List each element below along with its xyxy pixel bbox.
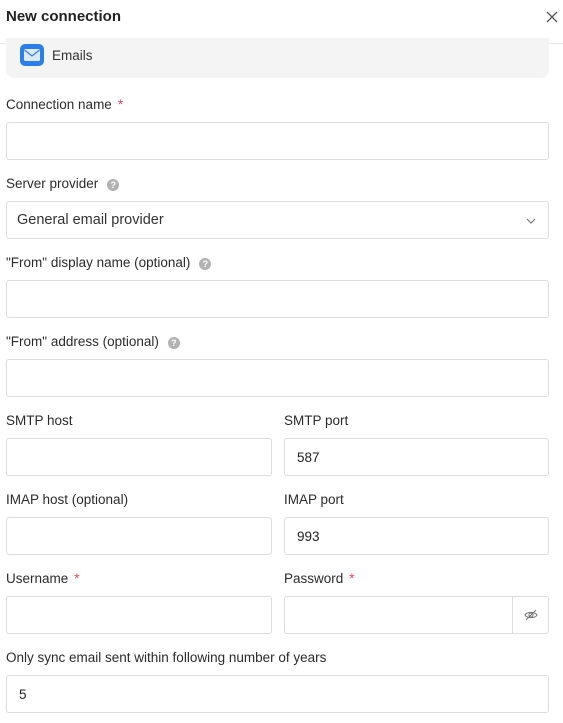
connection-name-field	[6, 122, 549, 160]
toggle-password-visibility-button[interactable]	[513, 597, 549, 633]
username-label: Username *	[6, 571, 80, 586]
smtp-port-label: SMTP port	[284, 413, 349, 428]
close-button[interactable]	[546, 6, 563, 26]
sync-years-field	[6, 675, 549, 713]
eye-off-icon	[524, 609, 538, 621]
email-app-icon	[20, 44, 44, 66]
smtp-port-input[interactable]	[285, 439, 548, 475]
password-input[interactable]	[285, 597, 512, 633]
connection-type-card: Emails	[6, 38, 549, 78]
from-display-name-field	[6, 280, 549, 318]
required-marker: *	[349, 571, 355, 586]
from-address-label: "From" address (optional)?	[6, 334, 180, 349]
help-icon[interactable]: ?	[167, 337, 180, 349]
sync-years-label: Only sync email sent within following nu…	[6, 650, 327, 665]
imap-port-input[interactable]	[285, 518, 548, 554]
from-address-input[interactable]	[7, 360, 548, 396]
required-marker: *	[117, 97, 124, 112]
required-marker: *	[74, 571, 80, 586]
password-field	[284, 596, 549, 634]
from-display-name-label: "From" display name (optional)?	[6, 255, 212, 270]
imap-port-label: IMAP port	[284, 492, 344, 507]
close-icon	[546, 11, 558, 23]
help-icon[interactable]: ?	[199, 258, 212, 270]
username-input[interactable]	[7, 597, 271, 633]
help-icon[interactable]: ?	[107, 179, 120, 191]
imap-port-field	[284, 517, 549, 555]
username-field	[6, 596, 272, 634]
sync-years-input[interactable]	[7, 676, 548, 712]
from-address-field	[6, 359, 549, 397]
imap-host-field	[6, 517, 272, 555]
server-provider-label: Server provider?	[6, 176, 120, 191]
from-display-name-input[interactable]	[7, 281, 548, 317]
chevron-down-icon	[526, 218, 536, 224]
password-label: Password *	[284, 571, 355, 586]
server-provider-select[interactable]: General email provider	[6, 201, 549, 239]
imap-host-label: IMAP host (optional)	[6, 492, 129, 507]
smtp-host-label: SMTP host	[6, 413, 73, 428]
smtp-host-input[interactable]	[7, 439, 271, 475]
smtp-host-field	[6, 438, 272, 476]
connection-name-input[interactable]	[7, 123, 548, 159]
dialog-title: New connection	[6, 8, 122, 25]
server-provider-value: General email provider	[17, 212, 164, 228]
connection-name-label: Connection name *	[6, 97, 124, 112]
smtp-port-field	[284, 438, 549, 476]
connection-type-label: Emails	[52, 48, 93, 63]
imap-host-input[interactable]	[7, 518, 271, 554]
